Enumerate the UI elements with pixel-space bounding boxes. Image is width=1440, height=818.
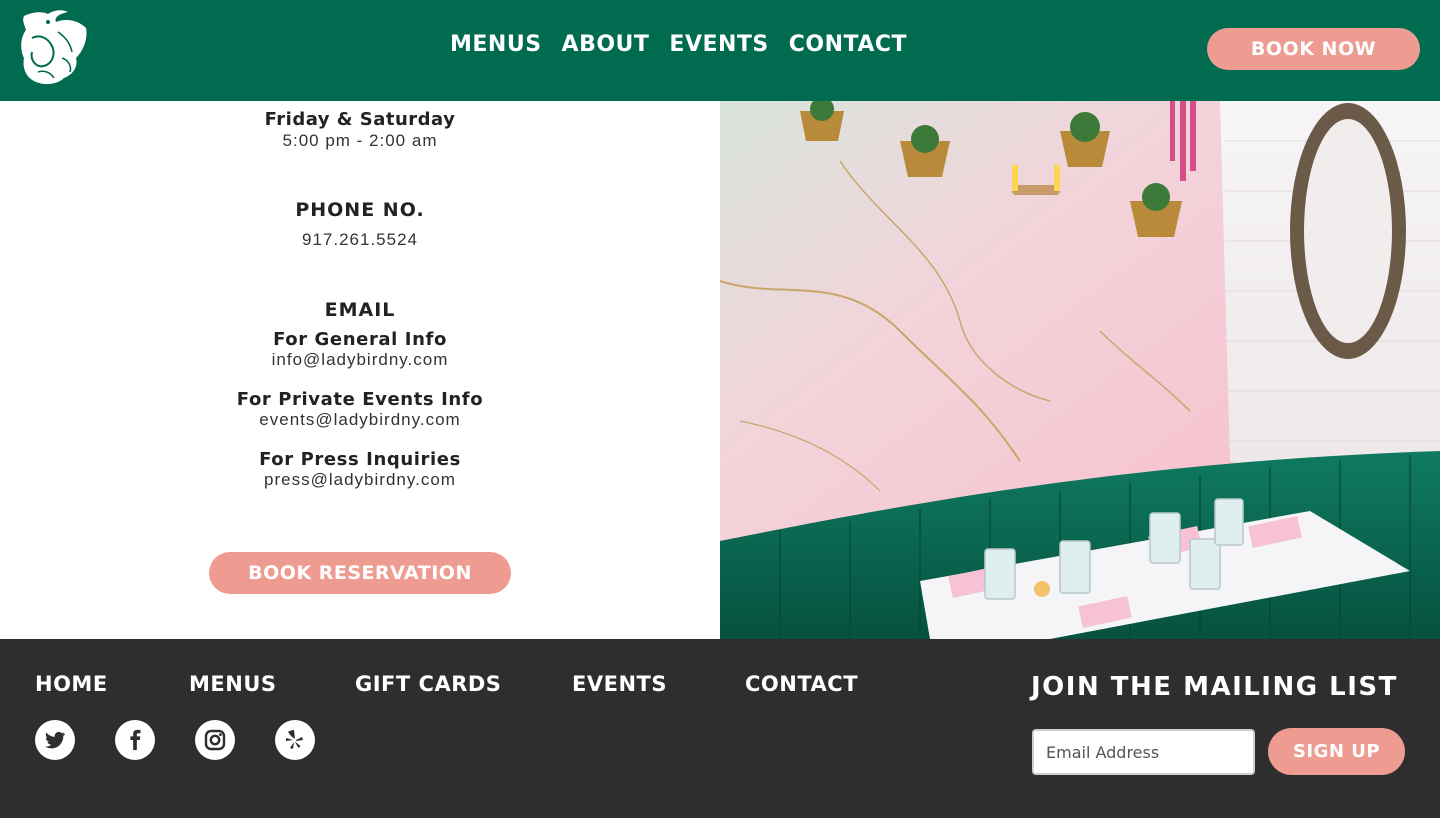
nav-menus[interactable]: MENUS xyxy=(450,32,542,57)
phone-number-link[interactable]: 917.261.5524 xyxy=(0,230,720,250)
private-events-label: For Private Events Info xyxy=(236,389,484,410)
nav-about[interactable]: ABOUT xyxy=(562,32,650,57)
sign-up-button[interactable]: SIGN UP xyxy=(1268,728,1405,775)
book-reservation-button[interactable]: BOOK RESERVATION xyxy=(209,552,511,594)
restaurant-interior-photo xyxy=(720,101,1440,639)
hours-time-value: 5:00 pm - 2:00 am xyxy=(282,131,438,150)
email-field[interactable] xyxy=(1032,729,1255,775)
nav-contact[interactable]: CONTACT xyxy=(789,32,907,57)
site-header: MENUS ABOUT EVENTS CONTACT BOOK NOW xyxy=(0,0,1440,101)
general-email-link[interactable]: info@ladybirdny.com xyxy=(0,350,720,370)
main-nav: MENUS ABOUT EVENTS CONTACT xyxy=(450,32,907,57)
press-label: For Press Inquiries xyxy=(259,449,461,470)
hours-day-label: Friday & Saturday xyxy=(264,109,456,130)
footer-link-events[interactable]: EVENTS xyxy=(572,672,667,696)
press-email-link[interactable]: press@ladybirdny.com xyxy=(0,470,720,490)
footer-link-home[interactable]: HOME xyxy=(35,672,108,696)
email-heading: EMAIL xyxy=(324,299,396,321)
bird-floral-logo-icon[interactable] xyxy=(18,8,90,86)
mailing-list-title: JOIN THE MAILING LIST xyxy=(1031,672,1398,702)
footer-link-menus[interactable]: MENUS xyxy=(189,672,277,696)
site-footer: HOME MENUS GIFT CARDS EVENTS CONTACT JOI… xyxy=(0,639,1440,818)
nav-events[interactable]: EVENTS xyxy=(669,32,768,57)
general-info-label: For General Info xyxy=(273,329,447,350)
instagram-icon[interactable] xyxy=(195,720,235,760)
footer-link-gift-cards[interactable]: GIFT CARDS xyxy=(355,672,501,696)
phone-heading: PHONE NO. xyxy=(295,199,425,221)
facebook-icon[interactable] xyxy=(115,720,155,760)
twitter-icon[interactable] xyxy=(35,720,75,760)
events-email-link[interactable]: events@ladybirdny.com xyxy=(0,410,720,430)
contact-info: Friday & Saturday 5:00 pm - 2:00 am PHON… xyxy=(0,101,720,639)
book-now-button[interactable]: BOOK NOW xyxy=(1207,28,1420,70)
footer-link-contact[interactable]: CONTACT xyxy=(745,672,858,696)
yelp-icon[interactable] xyxy=(275,720,315,760)
